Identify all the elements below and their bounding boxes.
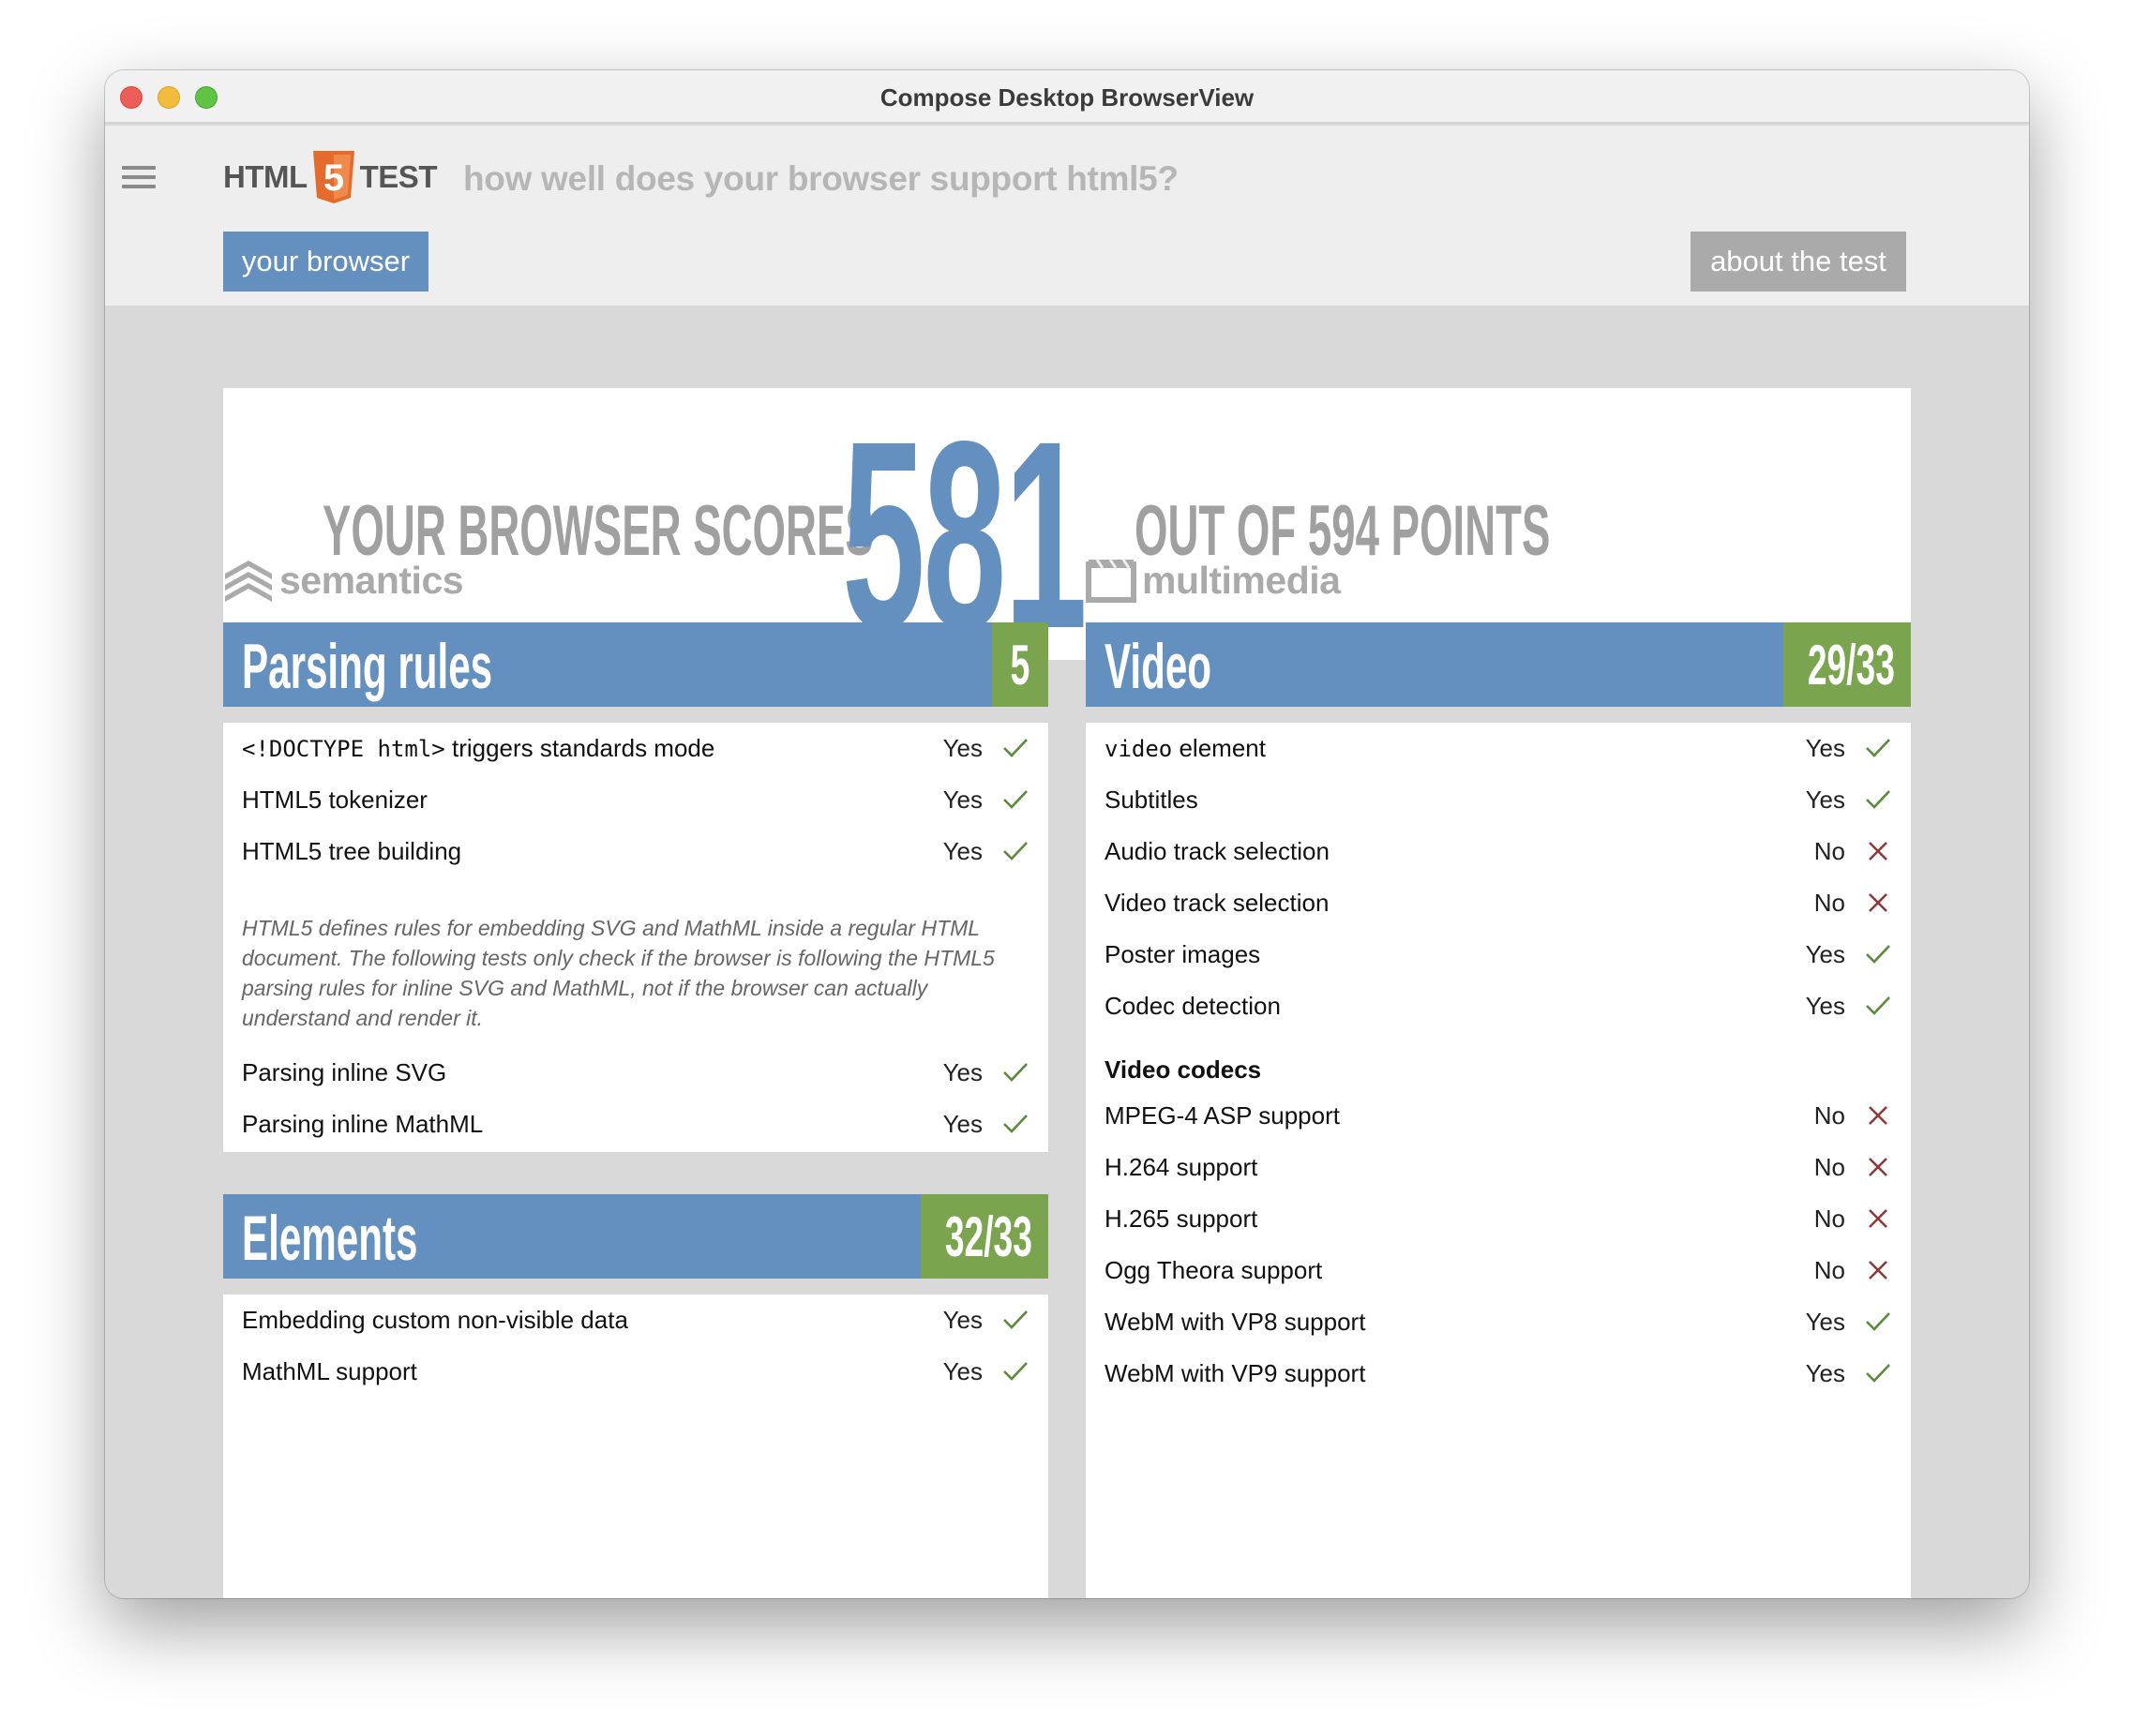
section-header-video[interactable]: Video 29/33: [1086, 622, 1911, 707]
section-title: Elements: [242, 1203, 418, 1274]
list-item: Parsing inline MathML Yes: [223, 1099, 1048, 1150]
section-title: Video: [1105, 631, 1212, 702]
cross-icon: [1864, 1256, 1892, 1284]
cross-icon: [1864, 1101, 1892, 1130]
list-item: WebM with VP9 support Yes: [1086, 1348, 1911, 1399]
list-item: Embedding custom non-visible data Yes: [223, 1295, 1048, 1346]
category-label-multimedia: multimedia: [1142, 558, 1341, 602]
check-icon: [1001, 1357, 1029, 1385]
list-item: MathML support Yes: [223, 1346, 1048, 1398]
layers-icon: [225, 561, 272, 602]
parsing-note: HTML5 defines rules for embedding SVG an…: [242, 916, 995, 1030]
html5-shield-icon: 5: [312, 151, 354, 203]
clapperboard-icon: [1086, 559, 1136, 603]
list-item: H.264 support No: [1086, 1142, 1911, 1193]
section-score: 5: [992, 622, 1048, 707]
list-item: Parsing inline SVG Yes: [223, 1047, 1048, 1099]
score-panel: YOUR BROWSER SCORES 581 OUT OF 594 POINT…: [223, 388, 1911, 669]
browser-window: Compose Desktop BrowserView HTML 5 TEST …: [105, 70, 2029, 1598]
list-item: H.265 support No: [1086, 1193, 1911, 1245]
list-item: Video track selection No: [1086, 877, 1911, 929]
check-icon: [1001, 837, 1029, 865]
section-header-parsing-rules[interactable]: Parsing rules 5: [223, 622, 1048, 707]
tagline: how well does your browser support html5…: [463, 159, 1179, 198]
check-icon: [1001, 1110, 1029, 1138]
check-icon: [1864, 940, 1892, 968]
cross-icon: [1864, 837, 1892, 865]
cross-icon: [1864, 889, 1892, 917]
check-icon: [1864, 786, 1892, 814]
list-item: HTML5 tokenizer Yes: [223, 774, 1048, 826]
section-score: 29/33: [1783, 622, 1911, 707]
check-icon: [1864, 1308, 1892, 1336]
list-item: Audio track selection No: [1086, 826, 1911, 877]
check-icon: [1001, 786, 1029, 814]
check-icon: [1864, 734, 1892, 762]
check-icon: [1864, 1359, 1892, 1387]
video-list: video element Yes Subtitles Yes Audio tr…: [1086, 723, 1911, 1598]
section-header-elements[interactable]: Elements 32/33: [223, 1194, 1048, 1279]
section-title: Parsing rules: [242, 631, 493, 702]
list-item: Poster images Yes: [1086, 929, 1911, 980]
window-title: Compose Desktop BrowserView: [879, 83, 1255, 112]
menu-icon[interactable]: [122, 166, 156, 190]
cross-icon: [1864, 1153, 1892, 1181]
site-logo[interactable]: HTML 5 TEST: [223, 149, 437, 205]
cross-icon: [1864, 1205, 1892, 1233]
page-content[interactable]: HTML 5 TEST how well does your browser s…: [105, 126, 2029, 1598]
video-codecs-heading: Video codecs: [1105, 1055, 1262, 1084]
list-item: Ogg Theora support No: [1086, 1245, 1911, 1296]
list-item: Subtitles Yes: [1086, 774, 1911, 826]
logo-text-test: TEST: [359, 159, 438, 194]
category-semantics: semantics: [223, 552, 464, 608]
site-header: HTML 5 TEST how well does your browser s…: [105, 126, 2029, 306]
list-item: HTML5 tree building Yes: [223, 826, 1048, 877]
parsing-rules-list: <!DOCTYPE html> triggers standards mode …: [223, 723, 1048, 1152]
category-label-semantics: semantics: [279, 558, 464, 602]
about-the-test-button[interactable]: about the test: [1691, 232, 1906, 292]
list-item: Codec detection Yes: [1086, 980, 1911, 1032]
title-bar: Compose Desktop BrowserView: [105, 70, 2029, 124]
list-item: <!DOCTYPE html> triggers standards mode …: [223, 723, 1048, 774]
check-icon: [1864, 992, 1892, 1020]
list-item: video element Yes: [1086, 723, 1911, 774]
section-score: 32/33: [921, 1194, 1048, 1279]
list-item: WebM with VP8 support Yes: [1086, 1296, 1911, 1348]
elements-list: Embedding custom non-visible data Yes Ma…: [223, 1295, 1048, 1598]
your-browser-button[interactable]: your browser: [223, 232, 428, 292]
logo-text-html: HTML: [223, 159, 308, 194]
logo-number: 5: [323, 157, 344, 199]
check-icon: [1001, 1058, 1029, 1086]
check-icon: [1001, 734, 1029, 762]
check-icon: [1001, 1306, 1029, 1334]
list-item: MPEG-4 ASP support No: [1086, 1090, 1911, 1142]
category-multimedia: multimedia: [1086, 552, 1341, 608]
